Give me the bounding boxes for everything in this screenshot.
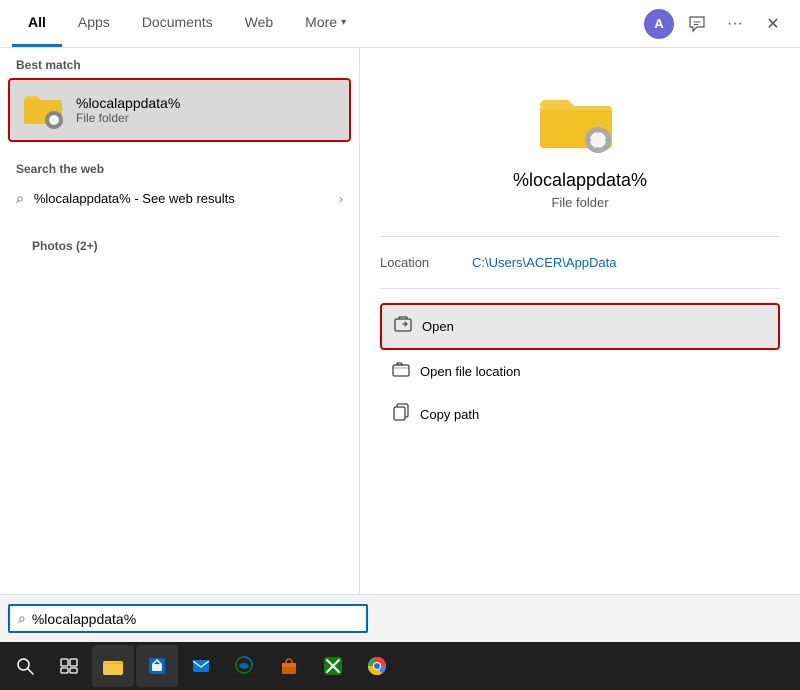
taskbar-taskview-btn[interactable] [48,645,90,687]
tab-web[interactable]: Web [229,0,290,47]
more-label: More [305,14,337,30]
open-button[interactable]: Open [380,303,780,350]
location-label: Location [380,255,460,270]
taskbar [0,642,800,690]
tab-more[interactable]: More ▾ [289,0,362,47]
action-buttons: Open Open file location [380,303,780,436]
taskbar-search-btn[interactable] [4,645,46,687]
taskbar-store-btn[interactable] [136,645,178,687]
tab-apps[interactable]: Apps [62,0,126,47]
close-icon[interactable]: ✕ [758,9,788,39]
right-panel: %localappdata% File folder Location C:\U… [360,48,800,594]
taskbar-explorer-btn[interactable] [92,645,134,687]
search-input-container: ⌕ [8,604,368,633]
open-icon [394,315,412,338]
folder-preview-icon [540,88,620,158]
divider-2 [380,288,780,289]
tab-all[interactable]: All [12,0,62,47]
location-row: Location C:\Users\ACER\AppData [380,247,780,278]
copy-path-label: Copy path [420,407,479,422]
divider [380,236,780,237]
search-icon: ⌕ [16,190,24,207]
preview-name: %localappdata% [513,170,647,191]
web-result-text: %localappdata% - See web results [34,191,329,206]
web-search-section: Search the web ⌕ %localappdata% - See we… [0,142,359,225]
open-file-location-label: Open file location [420,364,520,379]
search-input[interactable] [32,611,358,627]
photos-section: Photos (2+) [0,225,359,263]
photos-label: Photos (2+) [16,229,343,259]
tabs-container: All Apps Documents Web More ▾ [12,0,644,47]
more-options-icon[interactable]: ··· [720,9,750,39]
taskbar-chrome-btn[interactable] [356,645,398,687]
taskbar-bag-btn[interactable] [268,645,310,687]
main-content: Best match [0,48,800,594]
chevron-right-icon: › [339,192,343,206]
search-input-icon: ⌕ [18,610,26,627]
taskbar-mail-btn[interactable] [180,645,222,687]
search-window: All Apps Documents Web More ▾ A ··· ✕ [0,0,800,690]
feedback-icon[interactable] [682,9,712,39]
open-label: Open [422,319,454,334]
chevron-down-icon: ▾ [341,17,346,28]
best-match-info: %localappdata% File folder [76,95,180,125]
bottom-bar: ⌕ [0,594,800,642]
web-result-item[interactable]: ⌕ %localappdata% - See web results › [0,182,359,215]
result-preview: %localappdata% File folder [380,68,780,226]
copy-path-icon [392,403,410,426]
preview-type: File folder [551,195,608,210]
left-panel: Best match [0,48,360,594]
web-search-label: Search the web [0,152,359,182]
best-match-type: File folder [76,111,180,125]
open-file-location-button[interactable]: Open file location [380,350,780,393]
folder-icon [24,90,64,130]
top-bar: All Apps Documents Web More ▾ A ··· ✕ [0,0,800,48]
taskbar-edge-btn[interactable] [224,645,266,687]
best-match-item[interactable]: %localappdata% File folder [8,78,351,142]
top-right-controls: A ··· ✕ [644,9,788,39]
web-suffix: - See web results [134,191,234,206]
taskbar-xbox-btn[interactable] [312,645,354,687]
tab-documents[interactable]: Documents [126,0,229,47]
copy-path-button[interactable]: Copy path [380,393,780,436]
user-avatar[interactable]: A [644,9,674,39]
best-match-label: Best match [0,48,359,78]
location-path[interactable]: C:\Users\ACER\AppData [472,255,617,270]
web-query: %localappdata% [34,191,131,206]
open-file-location-icon [392,360,410,383]
best-match-name: %localappdata% [76,95,180,111]
